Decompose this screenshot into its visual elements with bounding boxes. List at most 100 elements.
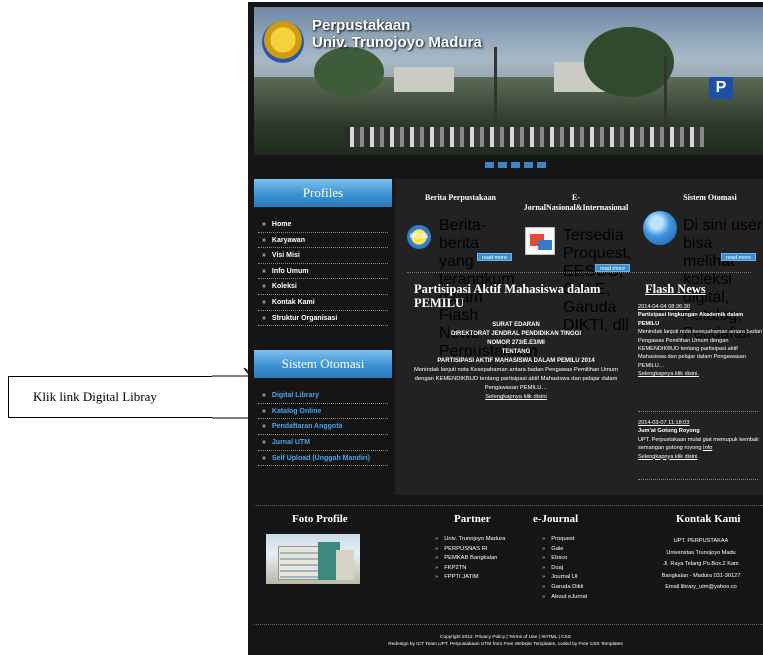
- chevron-right-icon: »: [262, 392, 266, 400]
- ejournal-link[interactable]: » Doaj: [542, 564, 622, 574]
- chevron-right-icon: »: [262, 283, 266, 291]
- callout-text: Klik link Digital Libray: [33, 389, 157, 404]
- ejournal-heading-line1: E-: [572, 193, 580, 202]
- copyright: Copyright 2012. Privacy Policy | Terms o…: [248, 635, 763, 648]
- chevron-right-icon: »: [262, 454, 266, 462]
- photo-windows: [280, 548, 320, 578]
- flash-title: Partisipasi lingkungan Akademik dalam PE…: [638, 312, 744, 327]
- ejournal-label: Journal UI: [551, 574, 578, 581]
- partner-label: PEMKAB Bangkalan: [444, 555, 498, 562]
- sidebar-item-label: Home: [271, 221, 292, 228]
- footer-divider: [254, 624, 763, 625]
- ejournal-label: Proquest: [551, 536, 575, 542]
- news-thumbnail-icon: NEWS: [407, 225, 431, 249]
- chevron-right-icon: »: [435, 564, 439, 571]
- sidebar-item-info-umum[interactable]: » Info Umum: [258, 264, 388, 280]
- berita-read-more-button[interactable]: read more: [477, 253, 513, 261]
- ejournal-thumbnail-icon: [525, 227, 555, 255]
- flash-news-item: 2014-04-04 08:26:30 Partisipasi lingkung…: [638, 303, 763, 379]
- article-line: TENTANG: [501, 349, 531, 355]
- sidebar-item-home[interactable]: » Home: [258, 217, 388, 233]
- partner-label: PERPUSNAS RI: [444, 545, 488, 552]
- chevron-right-icon: »: [262, 407, 266, 415]
- sidebar-item-pendaftaran-anggota[interactable]: » Pendaftaran Anggota: [258, 419, 388, 435]
- ejournal-link[interactable]: » Ebsco: [542, 554, 622, 564]
- flash-date: 2014-03-07 11:18:03: [638, 420, 690, 426]
- article-line: PARTISIPASI AKTIF MAHASISWA DALAM PEMILU…: [437, 358, 595, 364]
- sidebar: Profiles » Home » Karyawan » Visi Misi » Inf…: [254, 179, 392, 499]
- slider-dot[interactable]: [537, 162, 546, 168]
- sidebar-item-label: Self Upload (Unggah Mandiri): [271, 454, 370, 462]
- chevron-right-icon: »: [542, 593, 546, 600]
- banner-building: [394, 67, 454, 92]
- sidebar-item-visi-misi[interactable]: » Visi Misi: [258, 248, 388, 264]
- slider-pagination: [485, 162, 546, 168]
- sidebar-item-label: Kontak Kami: [271, 298, 315, 306]
- flash-read-more-link[interactable]: Selengkapnya klik disini.: [638, 371, 699, 377]
- sidebar-item-struktur-organisasi[interactable]: » Struktur Organisasi: [258, 311, 388, 327]
- sidebar-item-koleksi[interactable]: » Koleksi: [258, 279, 388, 295]
- ejournal-link[interactable]: » About eJurnal: [542, 593, 622, 603]
- annotation-callout: Klik link Digital Libray: [8, 376, 213, 418]
- ejournal-label: Gale: [551, 545, 564, 552]
- chevron-right-icon: »: [262, 314, 266, 322]
- website-frame: P Perpustakaan Univ. Trunojoyo Madura Pr…: [248, 2, 763, 655]
- site-title[interactable]: Perpustakaan Univ. Trunojoyo Madura: [312, 17, 482, 51]
- ejournal-link[interactable]: » Proquest: [542, 535, 622, 545]
- slider-dot[interactable]: [511, 162, 520, 168]
- article-read-more-link[interactable]: Selengkapnya klik disini: [485, 394, 547, 400]
- chevron-right-icon: »: [542, 536, 546, 542]
- sidebar-item-karyawan[interactable]: » Karyawan: [258, 233, 388, 249]
- flash-read-more-link[interactable]: Selengkapnya klik disini: [638, 454, 697, 460]
- kontak-info: UPT. PERPUSTAKAA Universitas Trunojoyo M…: [636, 536, 763, 594]
- slider-dot[interactable]: [524, 162, 533, 168]
- banner-pole: [664, 57, 667, 137]
- content-divider: [407, 272, 751, 273]
- article-title[interactable]: Partisipasi Aktif Mahasiswa dalam PEMILU: [414, 282, 614, 310]
- chevron-right-icon: »: [542, 574, 546, 581]
- ejournal-link[interactable]: » Gale: [542, 545, 622, 555]
- kontak-line: Jl. Raya Telang Po.Box.2 Kam: [663, 561, 739, 567]
- slider-dot[interactable]: [485, 162, 494, 168]
- flash-news-heading[interactable]: Flash News: [645, 282, 706, 297]
- partner-link[interactable]: » Univ. Trunojoyo Madura: [435, 535, 515, 545]
- partner-link[interactable]: » PERPUSNAS RI: [435, 545, 515, 555]
- profiles-menu: » Home » Karyawan » Visi Misi » Info Umum » K…: [254, 217, 392, 327]
- ejournal-link[interactable]: » Garuda Dikti: [542, 583, 622, 593]
- university-logo-icon: [262, 21, 304, 63]
- partner-list: » Univ. Trunojoyo Madura » PERPUSNAS RI » P…: [435, 535, 515, 583]
- sidebar-item-label: Jurnal UTM: [271, 438, 311, 446]
- slider-dot[interactable]: [498, 162, 507, 168]
- partner-link[interactable]: » FKP2TN: [435, 564, 515, 574]
- sidebar-item-katalog-online[interactable]: » Katalog Online: [258, 404, 388, 420]
- sistem-otomasi-heading: Sistem Otomasi: [254, 350, 392, 379]
- chevron-right-icon: »: [262, 236, 266, 244]
- sidebar-item-label: Digital Library: [271, 392, 319, 400]
- sidebar-item-kontak-kami[interactable]: » Kontak Kami: [258, 295, 388, 311]
- chevron-right-icon: »: [262, 298, 266, 306]
- article-line: DIREKTORAT JENDRAL PENDIDIKAN TINGGI: [450, 331, 581, 337]
- sidebar-item-digital-library[interactable]: » Digital Library: [258, 388, 388, 404]
- partner-label: Univ. Trunojoyo Madura: [444, 536, 506, 542]
- sidebar-item-jurnal-utm[interactable]: » Jurnal UTM: [258, 435, 388, 451]
- partner-link[interactable]: » FPPTI JATIM: [435, 573, 515, 583]
- chevron-right-icon: »: [435, 536, 439, 542]
- chevron-right-icon: »: [542, 564, 546, 571]
- site-title-line1: Perpustakaan: [312, 17, 411, 34]
- sistem-read-more-button[interactable]: read more: [721, 253, 757, 261]
- sistem-otomasi-menu: » Digital Library » Katalog Online » Pendaf…: [254, 388, 392, 467]
- sidebar-item-self-upload[interactable]: » Self Upload (Unggah Mandiri): [258, 451, 388, 467]
- article-line: NOMOR 273/E.E3/MI: [487, 340, 545, 346]
- partner-label: FPPTI JATIM: [444, 574, 479, 581]
- ejournal-link[interactable]: » Journal UI: [542, 573, 622, 583]
- main-content: Berita Perpustakaan NEWS Berita-berita y…: [395, 179, 763, 495]
- chevron-right-icon: »: [262, 267, 266, 275]
- ejournal-footer-heading: e-Journal: [533, 513, 579, 525]
- site-title-line2: Univ. Trunojoyo Madura: [312, 34, 482, 51]
- parking-sign-icon: P: [709, 77, 733, 99]
- chevron-right-icon: »: [435, 574, 439, 581]
- partner-link[interactable]: » PEMKAB Bangkalan: [435, 554, 515, 564]
- ejournal-read-more-button[interactable]: read more: [595, 264, 631, 272]
- flash-info-link[interactable]: Info: [703, 445, 712, 451]
- flash-body: UPT. Perpustakaan mulai giat memupuk kem…: [638, 436, 759, 452]
